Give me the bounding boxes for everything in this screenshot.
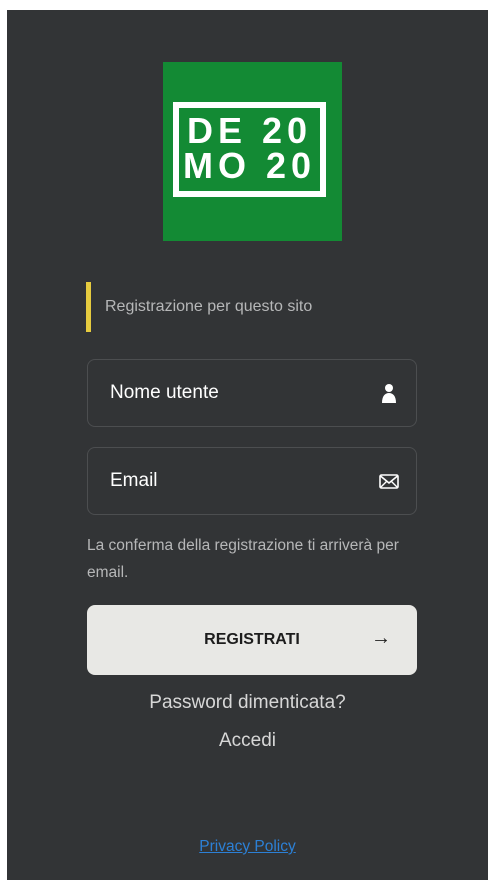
register-button-label: REGISTRATI	[204, 631, 300, 648]
registration-notice: Registrazione per questo sito	[86, 282, 431, 332]
register-button[interactable]: REGISTRATI →	[87, 605, 417, 675]
arrow-right-icon: →	[371, 627, 391, 649]
username-input[interactable]	[88, 360, 416, 426]
email-field[interactable]	[87, 447, 417, 515]
site-logo: DE 20 MO 20	[163, 62, 342, 241]
email-input[interactable]	[88, 448, 416, 514]
confirmation-hint: La conferma della registrazione ti arriv…	[87, 537, 399, 581]
registration-notice-text: Registrazione per questo sito	[105, 298, 313, 315]
logo-line-2: MO 20	[182, 145, 317, 186]
user-icon	[382, 384, 396, 403]
logo-line-1: DE 20	[186, 110, 313, 151]
envelope-icon	[379, 474, 399, 489]
privacy-footer: Privacy Policy	[7, 838, 488, 856]
login-screen: DE 20 MO 20 Registrazione per questo sit…	[7, 10, 488, 880]
privacy-policy-link[interactable]: Privacy Policy	[199, 838, 295, 855]
login-link[interactable]: Accedi	[7, 730, 488, 752]
forgot-password-link[interactable]: Password dimenticata?	[7, 692, 488, 714]
username-field[interactable]	[87, 359, 417, 427]
logo-frame: DE 20 MO 20	[173, 102, 326, 197]
